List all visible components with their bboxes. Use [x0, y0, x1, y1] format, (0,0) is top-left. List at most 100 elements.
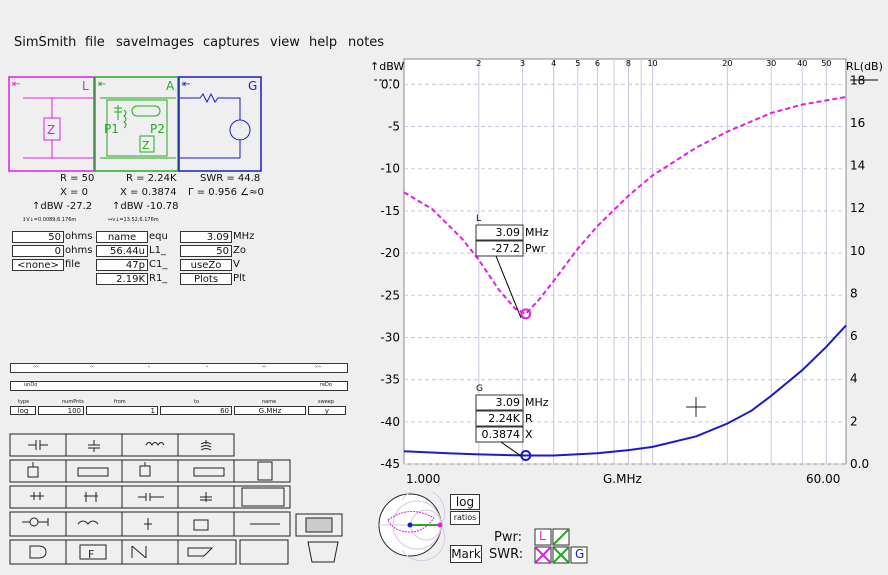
sweep-name-header: name — [262, 399, 277, 405]
sweep-numpnts-field[interactable]: 100 — [38, 406, 84, 415]
marker-l-freq: 3.09 — [496, 226, 521, 239]
tline-r-readout: R = 2.24K — [126, 173, 177, 184]
marker-g-r-unit: R — [525, 412, 533, 425]
right-axis-title: RL(dB) — [846, 60, 883, 73]
plot-area[interactable]: 2 3 4 5 6 8 10 20 30 40 50 0.0 -5 -10 -15 -20 -25 -30 -35 -… — [366, 56, 888, 490]
top-tick-label: 10 — [647, 59, 657, 68]
smith-chart[interactable] — [372, 492, 448, 562]
sweep-numpnts-header: numPnts — [62, 399, 84, 405]
marker-l-value: -27.2 — [492, 242, 520, 255]
marker-g-name: G — [476, 384, 483, 394]
svg-text:⇤: ⇤ — [98, 79, 106, 90]
sweep-sweep-header: sweep — [318, 399, 335, 405]
tline-tiny-readout: ↔v↓=13.52,6.176m — [108, 217, 159, 223]
x-end-label: 60.00 — [806, 472, 840, 486]
tline-x-readout: X = 0.3874 — [120, 187, 177, 198]
plt-unit: Plt — [233, 273, 246, 284]
sweep-to-field[interactable]: 60 — [160, 406, 232, 415]
menu-help[interactable]: help — [309, 35, 337, 50]
right-tick-label: 10 — [850, 244, 865, 258]
c1-field[interactable]: 47p — [96, 259, 148, 271]
sweep-name-field[interactable]: G.MHz — [234, 406, 306, 415]
menu-view[interactable]: view — [270, 35, 300, 50]
l1-unit: L1_ — [149, 245, 166, 256]
sweep-from-field[interactable]: 1 — [86, 406, 158, 415]
freq-unit: MHz — [233, 231, 255, 242]
left-tick-label: -25 — [380, 288, 400, 302]
undo-strip — [10, 381, 348, 391]
sweep-type-field[interactable]: log — [10, 406, 36, 415]
menu-file[interactable]: file — [85, 35, 105, 50]
top-tick-label: 6 — [595, 59, 600, 68]
log-toggle-button[interactable]: log — [450, 494, 480, 510]
left-tick-label: -30 — [380, 330, 400, 344]
right-tick-label: 16 — [850, 116, 865, 130]
right-tick-label: 12 — [850, 201, 865, 215]
load-x-field[interactable]: 0 — [12, 245, 64, 257]
freq-field[interactable]: 3.09 — [180, 231, 232, 243]
svg-text:Z: Z — [47, 123, 55, 137]
redo-button[interactable]: reDo — [320, 382, 332, 388]
generator-source-icon — [229, 119, 251, 141]
menu-captures[interactable]: captures — [203, 35, 260, 50]
left-tick-label: -40 — [380, 415, 400, 429]
pwr-l-toggle[interactable]: L — [539, 529, 546, 543]
c1-unit: C1_ — [149, 259, 168, 270]
load-x-readout: X = 0 — [60, 187, 88, 198]
r1-field[interactable]: 2.19K — [96, 273, 148, 285]
left-tick-label: 0.0 — [381, 77, 400, 91]
equ-unit: equ — [149, 231, 168, 242]
left-axis-title: ↑dBW — [370, 60, 404, 73]
mark-button[interactable]: Mark — [450, 545, 482, 563]
nav-strip — [10, 363, 348, 373]
menu-bar: SimSmith file saveImages captures view h… — [0, 34, 888, 52]
nav-last-button[interactable]: ››› — [315, 364, 321, 370]
right-tick-label: 6 — [850, 329, 858, 343]
left-tick-label: -20 — [380, 246, 400, 260]
nav-prev2-button[interactable]: ‹‹ — [90, 364, 94, 370]
load-file-field[interactable]: <none> — [12, 259, 64, 271]
menu-notes[interactable]: notes — [348, 35, 384, 50]
load-dbw-readout: ↑dBW -27.2 — [32, 201, 93, 212]
right-tick-label: 14 — [850, 159, 865, 173]
right-tick-label: 8 — [850, 286, 858, 300]
right-tick-label: 4 — [850, 372, 858, 386]
sweep-from-header: from — [114, 399, 126, 405]
usezo-button[interactable]: useZo — [180, 259, 232, 271]
zo-field[interactable]: 50 — [180, 245, 232, 257]
swr-label: SWR: — [489, 547, 524, 562]
top-tick-label: 40 — [797, 59, 807, 68]
marker-g-freq-unit: MHz — [525, 396, 549, 409]
svg-text:Z: Z — [142, 139, 150, 152]
undo-button[interactable]: unDo — [24, 382, 37, 388]
load-file-unit: file — [65, 259, 81, 270]
svg-text:⇤: ⇤ — [182, 79, 190, 90]
x-axis-label: G.MHz — [603, 472, 642, 486]
top-tick-label: 4 — [551, 59, 556, 68]
top-tick-label: 3 — [520, 59, 525, 68]
menu-simsmith[interactable]: SimSmith — [14, 35, 76, 50]
l1-field[interactable]: 56.44u — [96, 245, 148, 257]
nav-prev-button[interactable]: ‹ — [148, 364, 150, 370]
top-tick-label: 8 — [626, 59, 631, 68]
sweep-sweep-field[interactable]: y — [308, 406, 346, 415]
menu-saveimages[interactable]: saveImages — [116, 35, 194, 50]
left-tick-label: -5 — [388, 120, 400, 134]
component-palette[interactable]: F — [8, 432, 348, 566]
zo-unit: Zo — [233, 245, 246, 256]
load-r-field[interactable]: 50 — [12, 231, 64, 243]
top-tick-label: 30 — [766, 59, 776, 68]
nav-next-button[interactable]: › — [206, 364, 208, 370]
equ-name-field[interactable]: name — [96, 231, 148, 243]
generator-block-label: G — [248, 79, 258, 93]
marker-l-value-unit: Pwr — [525, 242, 546, 255]
svg-text:F: F — [88, 548, 94, 561]
nav-next2-button[interactable]: ›› — [262, 364, 266, 370]
load-tiny-readout: ↕V↓=0.0089,6.176m — [22, 217, 77, 223]
left-tick-label: -35 — [380, 373, 400, 387]
swr-g-toggle[interactable]: G — [575, 547, 584, 561]
plots-button[interactable]: Plots — [180, 273, 232, 285]
ratios-button[interactable]: ratios — [450, 511, 480, 525]
nav-first-button[interactable]: ‹‹‹ — [33, 364, 39, 370]
circuit-diagram[interactable]: ⇤ Z ⇤ Z ⇤ — [0, 70, 270, 174]
